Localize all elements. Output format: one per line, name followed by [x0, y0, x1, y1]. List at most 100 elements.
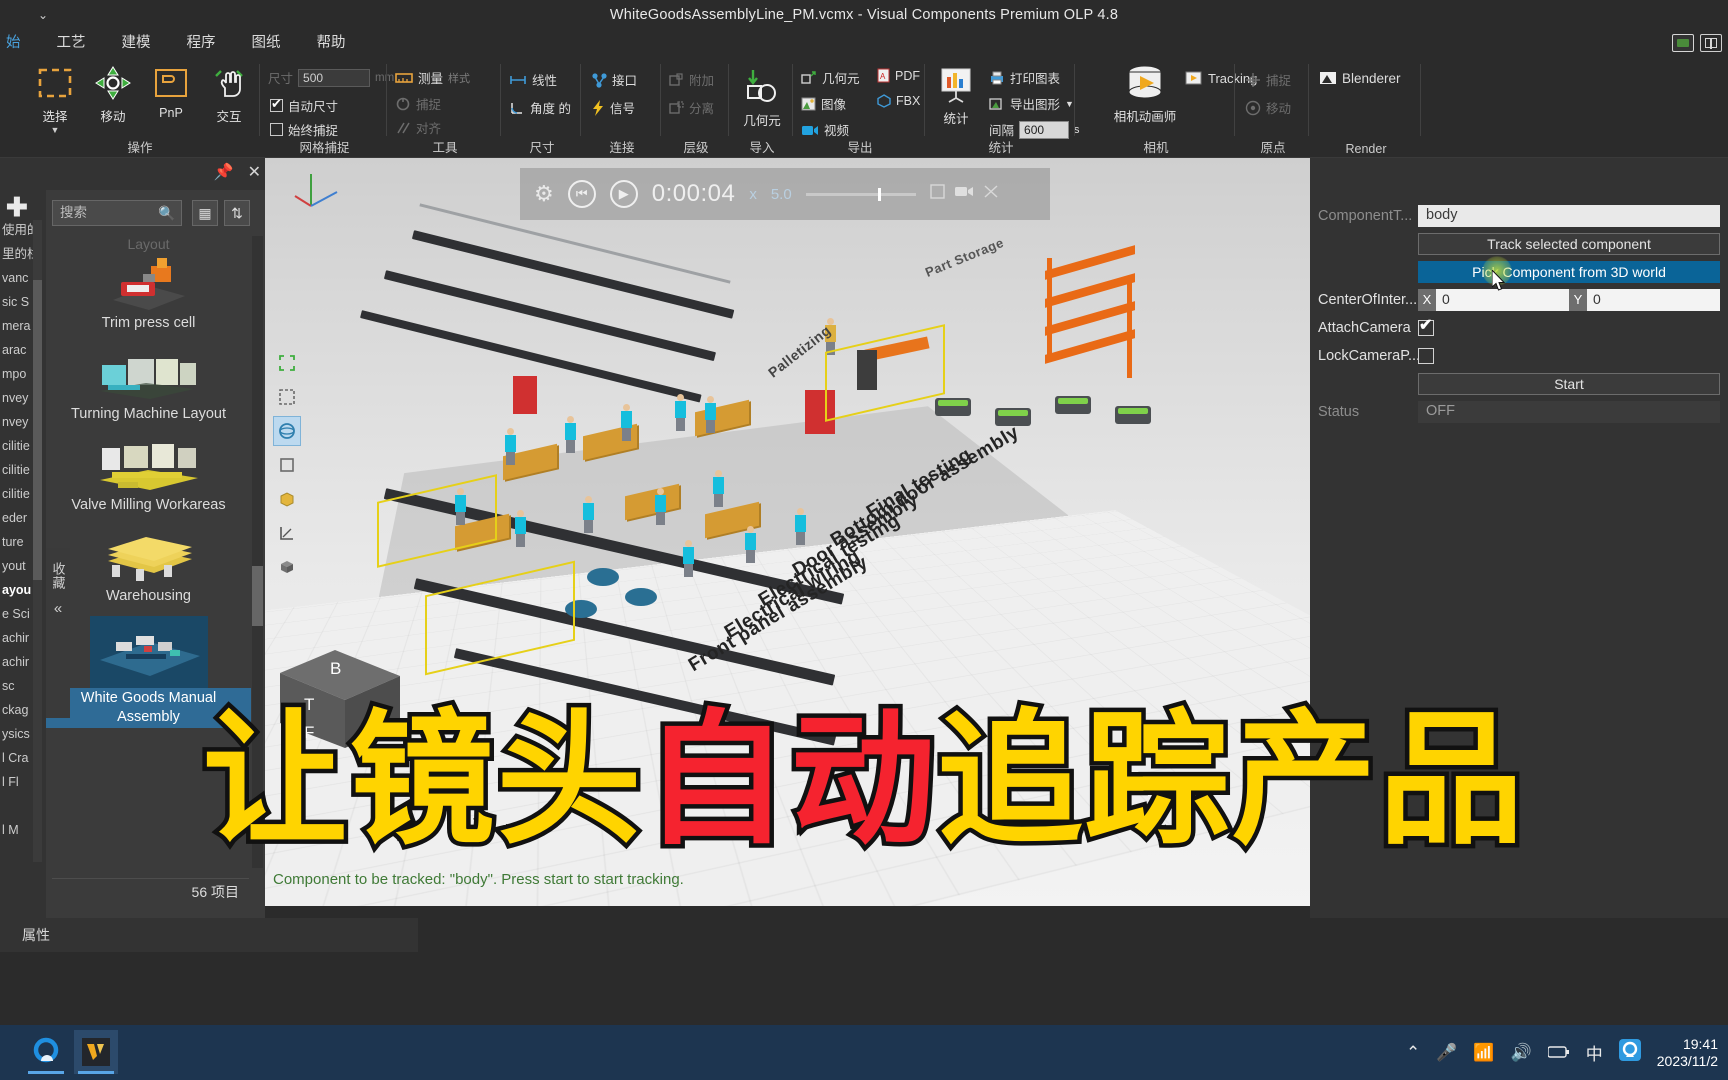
- grid-view-icon[interactable]: ▦: [192, 200, 218, 226]
- start-button[interactable]: Start: [1418, 373, 1720, 395]
- chevron-down-icon[interactable]: ▼: [28, 125, 82, 135]
- measure-button[interactable]: 测量 样式: [395, 68, 470, 87]
- zoom-window-icon[interactable]: [273, 382, 301, 412]
- origin-snap-button[interactable]: 捕捉: [1245, 70, 1291, 89]
- viewport-tool-strip[interactable]: [273, 348, 301, 586]
- pdf-record-icon[interactable]: [929, 184, 945, 204]
- plus-icon[interactable]: ✚: [6, 194, 28, 220]
- auto-size-check-box-icon[interactable]: [270, 96, 283, 112]
- solid-shade-icon[interactable]: [273, 484, 301, 514]
- taskbar-clock[interactable]: 19:41 2023/11/2: [1657, 1036, 1718, 1070]
- list-item[interactable]: Warehousing: [46, 525, 251, 606]
- catalog-scrollbar[interactable]: [252, 236, 263, 868]
- taskbar-app-qq-browser[interactable]: [24, 1030, 68, 1074]
- interval-input[interactable]: 600: [1019, 120, 1070, 139]
- view-cube-icon[interactable]: [273, 552, 301, 582]
- interface-button[interactable]: 接口: [591, 70, 637, 89]
- measure-icon[interactable]: [273, 518, 301, 548]
- print-chart-button[interactable]: 打印图表: [989, 68, 1060, 87]
- export-fbx-button[interactable]: FBX: [877, 94, 920, 108]
- pick-component-button[interactable]: Pick Component from 3D world: [1418, 261, 1720, 283]
- tab-program[interactable]: 程序: [169, 28, 234, 58]
- blenderer-label: Blenderer: [1342, 70, 1401, 86]
- track-selected-component-button[interactable]: Track selected component: [1418, 233, 1720, 255]
- select-tool-button[interactable]: 选择 ▼: [28, 62, 82, 135]
- tab-help[interactable]: 帮助: [299, 28, 364, 58]
- angular-dimension-button[interactable]: 角度 的: [509, 98, 571, 117]
- detach-button[interactable]: 分离: [669, 98, 714, 117]
- favorites-tab[interactable]: 收藏 «: [46, 548, 70, 718]
- auto-size-checkbox[interactable]: 自动尺寸: [270, 96, 338, 115]
- list-item[interactable]: Trim press cell: [46, 252, 251, 333]
- list-item[interactable]: Turning Machine Layout: [46, 343, 251, 424]
- ime-chinese-icon[interactable]: 中: [1586, 1040, 1603, 1065]
- ribbon-group-label-render: Render: [1345, 142, 1387, 156]
- y-input[interactable]: 0: [1587, 289, 1720, 311]
- sort-icon[interactable]: ⇅: [224, 200, 250, 226]
- tab-home[interactable]: 始: [0, 28, 39, 58]
- chevron-up-icon[interactable]: ⌃: [1406, 1043, 1420, 1063]
- fit-view-icon[interactable]: [273, 348, 301, 378]
- list-item-label: Valve Milling Workareas: [71, 497, 226, 513]
- chevron-down-icon[interactable]: ▼: [1065, 99, 1074, 109]
- export-chart-button[interactable]: 导出图形 ▼: [989, 94, 1074, 113]
- statistics-button[interactable]: 统计: [929, 64, 983, 127]
- play-icon[interactable]: ▶: [609, 180, 638, 208]
- qq-icon[interactable]: [1618, 1039, 1641, 1066]
- search-icon[interactable]: 🔍: [158, 205, 175, 222]
- linear-dimension-button[interactable]: 线性: [509, 70, 557, 89]
- tab-process[interactable]: 工艺: [39, 28, 104, 58]
- close-icon[interactable]: ✕: [248, 162, 261, 182]
- rewind-icon[interactable]: ⏮: [567, 180, 596, 208]
- attach-button[interactable]: 附加: [669, 70, 714, 89]
- export-geometry-button[interactable]: 几何元: [801, 68, 860, 87]
- clip-icon[interactable]: [983, 184, 999, 204]
- camera-animator-button[interactable]: 相机动画师: [1095, 62, 1195, 125]
- split-view-icon[interactable]: [1700, 34, 1722, 52]
- volume-icon[interactable]: 🔊: [1511, 1043, 1532, 1063]
- always-snap-check-box-icon[interactable]: [270, 123, 283, 136]
- chevron-left-icon[interactable]: «: [54, 600, 62, 617]
- tab-modeling[interactable]: 建模: [104, 28, 169, 58]
- blenderer-button[interactable]: Blenderer: [1319, 70, 1401, 86]
- move-tool-button[interactable]: 移动: [86, 62, 140, 125]
- lock-camera-position-checkbox[interactable]: [1418, 348, 1434, 364]
- pin-icon[interactable]: 📌: [214, 162, 234, 182]
- box-select-icon[interactable]: [273, 450, 301, 480]
- export-chart-label: 导出图形: [1010, 98, 1061, 112]
- playback-toolbar[interactable]: ⚙ ⏮ ▶ 0:00:04 x 5.0: [520, 168, 1050, 220]
- microphone-icon[interactable]: 🎤: [1436, 1043, 1457, 1063]
- export-pdf-button[interactable]: A PDF: [877, 68, 920, 83]
- speed-slider[interactable]: [805, 187, 916, 201]
- speed-multiplier-label: x: [749, 185, 757, 203]
- taskbar-app-visual-components[interactable]: [74, 1030, 118, 1074]
- tree-scrollbar[interactable]: [33, 220, 42, 862]
- snap-button[interactable]: 捕捉: [395, 94, 441, 113]
- attach-camera-checkbox[interactable]: [1418, 315, 1434, 336]
- origin-move-button[interactable]: 移动: [1245, 98, 1291, 117]
- catalog-item-list[interactable]: Layout Trim press cell Turning Machine L…: [46, 236, 251, 868]
- x-input[interactable]: 0: [1436, 289, 1569, 311]
- component-to-track-field[interactable]: body: [1418, 205, 1720, 227]
- signal-button[interactable]: 信号: [591, 98, 635, 117]
- center-of-interest-field[interactable]: X 0 Y 0: [1418, 289, 1720, 311]
- measure-icon: [395, 72, 413, 83]
- restore-window-icon[interactable]: [1672, 34, 1694, 52]
- wifi-icon[interactable]: 📶: [1473, 1043, 1494, 1063]
- pnp-tool-button[interactable]: PnP: [144, 62, 198, 120]
- list-item[interactable]: Valve Milling Workareas: [46, 434, 251, 515]
- grid-size-input[interactable]: 500: [298, 68, 371, 87]
- gear-icon[interactable]: ⚙: [534, 181, 554, 207]
- orbit-icon[interactable]: [273, 416, 301, 446]
- interact-tool-button[interactable]: 交互: [202, 62, 256, 125]
- list-item-selected[interactable]: White Goods Manual Assembly: [46, 616, 251, 728]
- measure-style-label[interactable]: 样式: [448, 70, 470, 86]
- view-cube[interactable]: B T F: [265, 638, 410, 758]
- export-image-button[interactable]: 图像: [801, 94, 846, 113]
- tab-drawing[interactable]: 图纸: [234, 28, 299, 58]
- video-record-icon[interactable]: [954, 185, 974, 203]
- 3d-viewport[interactable]: Final testing Bottom door assembly Door …: [265, 158, 1310, 906]
- battery-icon[interactable]: [1547, 1043, 1570, 1063]
- align-button[interactable]: 对齐: [395, 118, 441, 137]
- import-geometry-button[interactable]: 几何元: [735, 66, 789, 129]
